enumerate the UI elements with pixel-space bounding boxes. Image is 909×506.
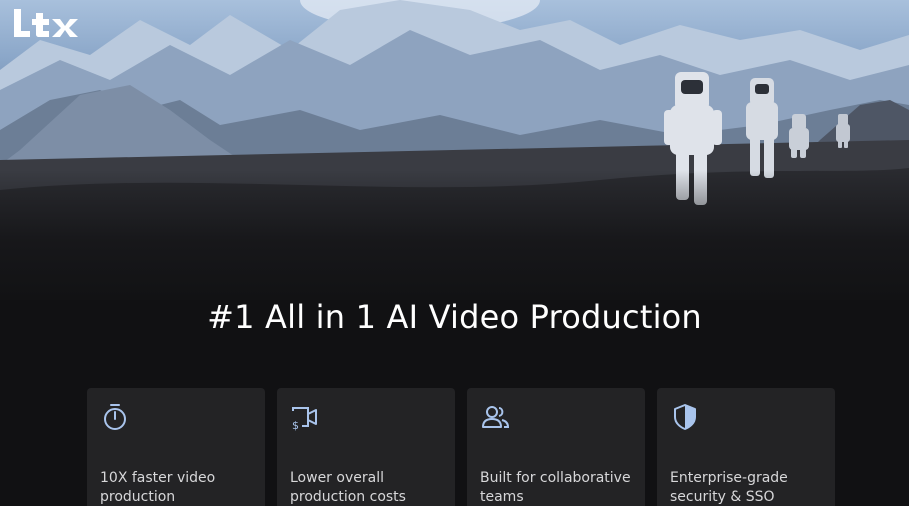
feature-label: Built for collaborative teams [480,470,631,505]
hero-fade-overlay [0,170,909,300]
feature-card-security: Enterprise-grade security & SSO [657,388,835,506]
feature-label: Enterprise-grade security & SSO [670,470,788,505]
page-headline: #1 All in 1 AI Video Production [207,298,702,336]
users-icon [482,406,510,428]
feature-card-cost: $ Lower overall production costs [277,388,455,506]
feature-card-collaboration: Built for collaborative teams [467,388,645,506]
shield-icon [674,404,696,430]
svg-text:$: $ [292,419,299,432]
video-cost-icon: $ [292,407,317,432]
feature-label: Lower overall production costs [290,470,406,505]
hero-image [0,0,909,300]
stopwatch-icon [104,404,126,430]
ltx-logo[interactable] [12,7,88,39]
landing-page: #1 All in 1 AI Video Production 10X fast… [0,0,909,506]
feature-card-speed: 10X faster video production [87,388,265,506]
feature-label: 10X faster video production [100,470,216,505]
